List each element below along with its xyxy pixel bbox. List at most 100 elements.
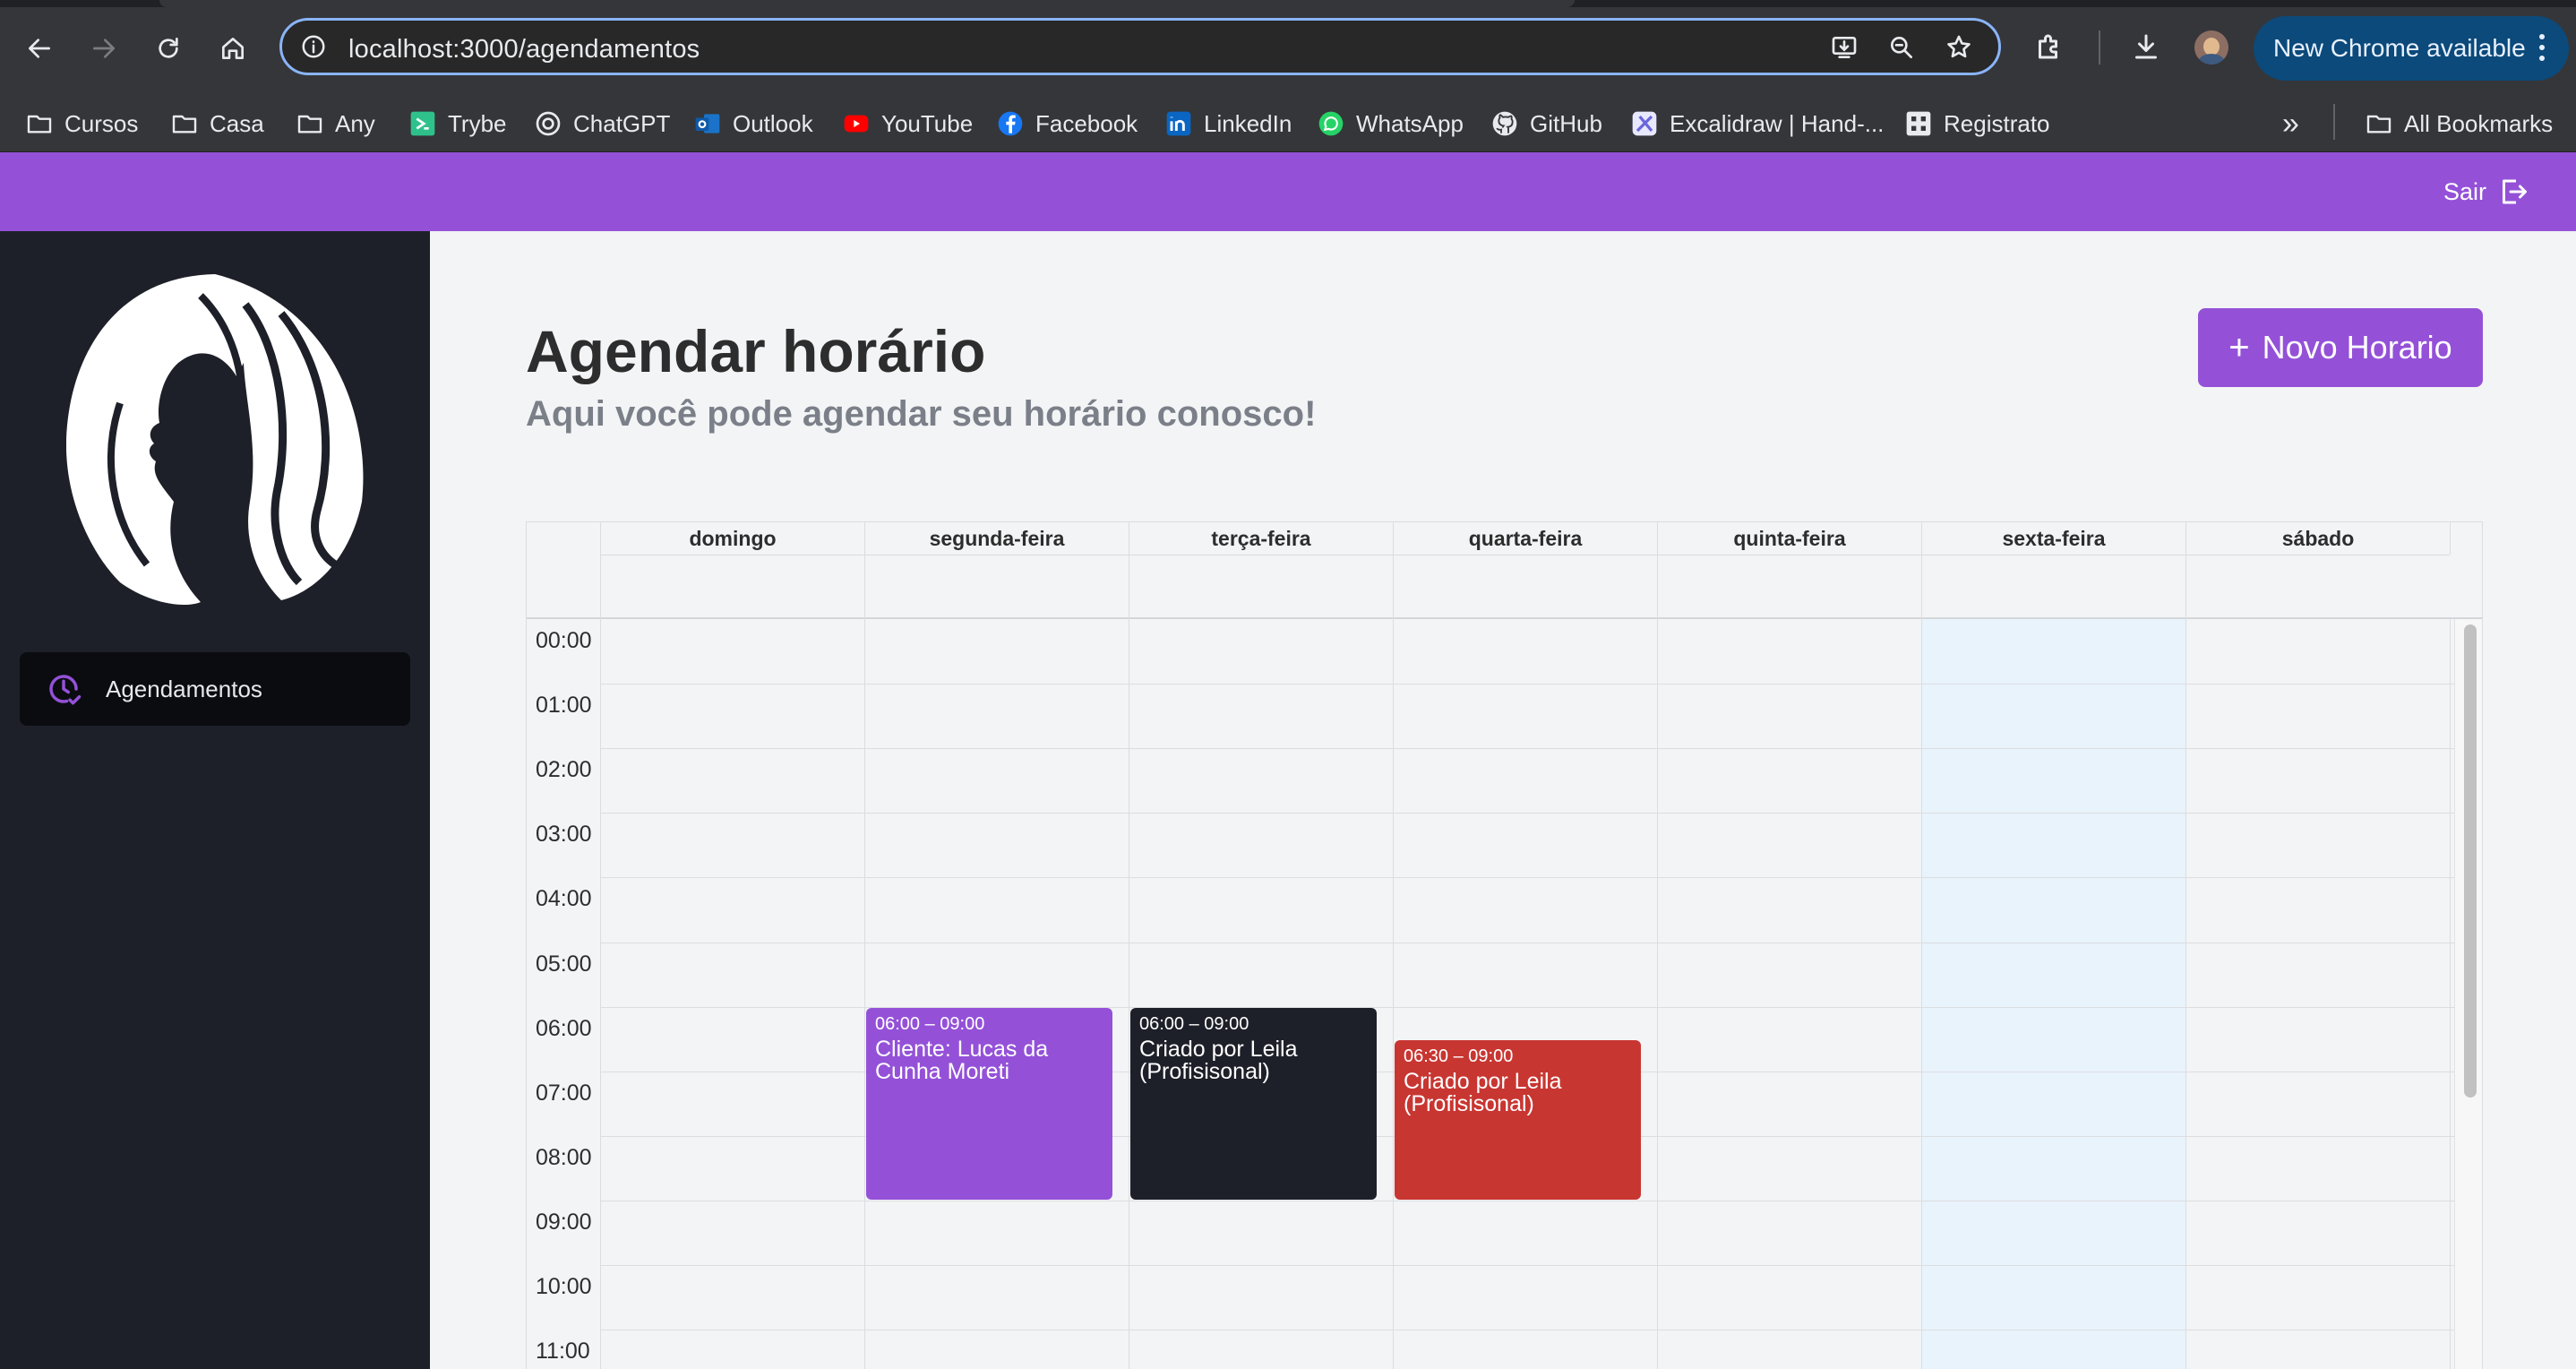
bookmark-registrato[interactable]: Registrato (1904, 106, 2050, 142)
reload-button[interactable] (145, 25, 192, 72)
plus-icon: + (2228, 328, 2250, 367)
bookmark-github[interactable]: GitHub (1490, 106, 1602, 142)
day-column-divider (600, 619, 601, 1369)
bookmark-outlook[interactable]: Outlook (693, 106, 813, 142)
whatsapp-icon (1317, 109, 1345, 138)
bookmark-label: Trybe (448, 109, 507, 137)
day-column-divider (1921, 619, 1922, 1369)
bookmark-trybe[interactable]: Trybe (408, 106, 507, 142)
new-appointment-button[interactable]: + Novo Horario (2198, 308, 2483, 387)
bookmark-label: Facebook (1035, 109, 1138, 137)
forward-button[interactable] (81, 25, 127, 72)
time-slot-label: 11:00 (536, 1339, 590, 1364)
bookmark-chatgpt[interactable]: ChatGPT (534, 106, 670, 142)
event-time: 06:00 – 09:00 (1139, 1014, 1249, 1034)
all-day-cell[interactable] (864, 555, 1129, 619)
sidebar-item-label: Agendamentos (106, 675, 262, 702)
bookmark-folder-any[interactable]: Any (296, 106, 375, 142)
calendar-event[interactable]: 06:30 – 09:00 Criado por Leila (Profisiso… (1395, 1040, 1641, 1200)
all-day-cell[interactable] (1657, 555, 1921, 619)
bookmark-folder-casa[interactable]: Casa (170, 106, 264, 142)
chatgpt-icon (534, 109, 562, 138)
registrato-icon (1904, 109, 1933, 138)
scrollbar-thumb[interactable] (2464, 624, 2477, 1098)
calendar-event[interactable]: 06:00 – 09:00 Criado por Leila (Profisiso… (1130, 1008, 1377, 1200)
extensions-icon[interactable] (2033, 30, 2065, 63)
bookmark-linkedin[interactable]: LinkedIn (1164, 106, 1292, 142)
bookmark-label: Any (335, 109, 375, 137)
home-button[interactable] (210, 25, 256, 72)
time-slot-label: 07:00 (536, 1081, 592, 1106)
day-column-divider (864, 619, 865, 1369)
time-grid: 00:00 01:00 02:00 03:00 04:00 05:00 06:00 07:00… (527, 619, 2482, 1369)
home-icon (222, 38, 244, 59)
bookmark-label: Registrato (1944, 109, 2050, 137)
logout-label: Sair (2443, 177, 2486, 205)
tab-strip (0, 0, 2576, 7)
download-icon[interactable] (2130, 30, 2162, 63)
bookmark-label: WhatsApp (1356, 109, 1464, 137)
time-slot-label: 06:00 (536, 1016, 592, 1041)
day-column-divider (2185, 619, 2186, 1369)
new-appointment-label: Novo Horario (2262, 329, 2452, 366)
reload-icon (159, 38, 178, 58)
bookmark-label: GitHub (1530, 109, 1602, 137)
address-bar[interactable]: localhost:3000/agendamentos (279, 18, 2001, 75)
bookmark-star-icon[interactable] (1945, 33, 1973, 62)
bookmark-label: YouTube (881, 109, 974, 137)
kebab-menu-icon[interactable] (2538, 34, 2546, 63)
all-bookmarks-button[interactable]: All Bookmarks (2365, 106, 2553, 142)
calendar-day-headers: domingo segunda-feira terça-feira quarta-fe… (527, 522, 2482, 555)
bookmark-label: Outlook (733, 109, 813, 137)
more-bookmarks-button[interactable]: » (2282, 106, 2299, 142)
day-column-divider (1393, 619, 1394, 1369)
time-slot-label: 03:00 (536, 822, 592, 847)
bookmark-whatsapp[interactable]: WhatsApp (1317, 106, 1464, 142)
hour-line (600, 813, 2454, 814)
time-slot-label: 10:00 (536, 1274, 592, 1299)
zoom-icon[interactable] (1887, 33, 1916, 62)
sidebar-item-agendamentos[interactable]: Agendamentos (20, 652, 410, 726)
calendar-event[interactable]: 06:00 – 09:00 Cliente: Lucas da Cunha Mor… (866, 1008, 1112, 1200)
back-button[interactable] (16, 25, 63, 72)
chrome-update-button[interactable]: New Chrome available (2254, 16, 2569, 81)
bookmark-label: ChatGPT (573, 109, 671, 137)
trybe-icon (408, 109, 437, 138)
bookmarks-bar: Cursos Casa Any Trybe ChatGPT Outlook Yo… (0, 97, 2576, 152)
today-column (1921, 619, 2185, 1369)
day-header: terça-feira (1129, 522, 1393, 555)
bookmark-excalidraw[interactable]: Excalidraw | Hand-... (1630, 106, 1884, 142)
bookmark-folder-cursos[interactable]: Cursos (25, 106, 138, 142)
all-day-cell[interactable] (1129, 555, 1393, 619)
site-info-icon[interactable] (300, 33, 327, 60)
all-day-cell[interactable] (1921, 555, 2185, 619)
youtube-icon (842, 109, 871, 138)
day-header: sábado (2185, 522, 2450, 555)
logout-button[interactable]: Sair (2443, 172, 2529, 211)
profile-avatar[interactable] (2194, 30, 2228, 65)
update-label: New Chrome available (2273, 34, 2526, 62)
logout-icon (2503, 179, 2527, 204)
all-day-cell[interactable] (1393, 555, 1657, 619)
day-column-divider (2450, 619, 2451, 1369)
event-title: Criado por Leila (Profisisonal) (1404, 1069, 1562, 1116)
header-scroll-spacer (2450, 522, 2479, 555)
all-day-cell[interactable] (2185, 555, 2450, 619)
bookmark-youtube[interactable]: YouTube (842, 106, 973, 142)
event-time: 06:30 – 09:00 (1404, 1046, 1514, 1066)
url-text[interactable]: localhost:3000/agendamentos (348, 35, 700, 65)
excalidraw-icon (1630, 109, 1659, 138)
clock-check-icon (49, 675, 82, 705)
bookmark-label: All Bookmarks (2404, 109, 2554, 137)
arrow-left-icon (29, 39, 50, 58)
install-app-icon[interactable] (1830, 33, 1859, 62)
day-header: segunda-feira (864, 522, 1129, 555)
time-slot-label: 00:00 (536, 628, 592, 653)
active-tab[interactable] (159, 0, 1575, 7)
bookmark-facebook[interactable]: Facebook (996, 106, 1138, 142)
linkedin-icon (1164, 109, 1193, 138)
all-day-cell[interactable] (600, 555, 864, 619)
chevron-double-right-icon: » (2282, 106, 2299, 141)
hour-line (600, 748, 2454, 749)
calendar-scrollbar[interactable] (2454, 619, 2482, 1369)
